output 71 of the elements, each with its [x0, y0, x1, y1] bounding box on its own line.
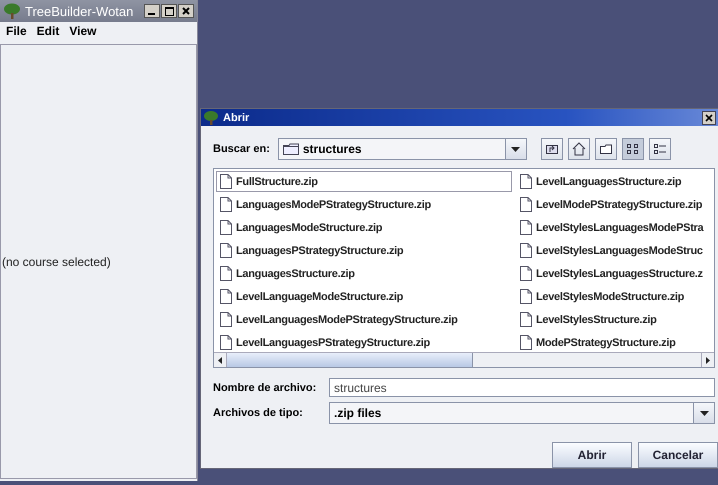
file-icon: [220, 289, 232, 304]
list-view-icon: [626, 144, 638, 154]
folder-icon: [282, 143, 299, 156]
file-icon: [220, 220, 232, 236]
file-icon: [220, 197, 232, 212]
archive-entry[interactable]: LevelLanguagesPStrategyStructure.zip: [216, 332, 434, 354]
file-icon: [220, 335, 232, 350]
file-icon: [520, 335, 532, 350]
dialog-title: Abrir: [223, 112, 250, 124]
caret-icon: [700, 410, 708, 416]
menu-item[interactable]: File: [6, 24, 27, 40]
tree-icon: [3, 3, 21, 19]
new-folder-icon: [600, 144, 612, 154]
left-arrow-icon: [218, 356, 222, 364]
archive-entry[interactable]: LevelLanguageModeStructure.zip: [216, 286, 408, 308]
close-button[interactable]: [702, 110, 716, 125]
file-icon: [520, 312, 532, 328]
file-icon: [520, 289, 532, 304]
close-button[interactable]: [178, 4, 194, 18]
archive-entry[interactable]: LevelStylesModeStructure.zip: [516, 286, 688, 308]
archive-entry[interactable]: LanguagesModeStructure.zip: [216, 217, 386, 238]
file-icon: [520, 197, 532, 212]
file-icon: [220, 312, 232, 328]
file-icon: [520, 266, 532, 282]
window-title: TreeBuilder-Wotan: [25, 4, 134, 18]
file-name-field[interactable]: structures: [329, 378, 715, 397]
close-icon: [705, 114, 713, 122]
maximize-button[interactable]: [161, 4, 177, 18]
field-label: Archivos de tipo:: [213, 407, 304, 419]
toolbar-button[interactable]: [594, 138, 617, 160]
horizontal-scrollbar[interactable]: [214, 352, 714, 367]
archive-entry[interactable]: FullStructure.zip: [216, 171, 512, 192]
file-icon: [220, 266, 232, 282]
file-icon: [220, 174, 232, 190]
dialog-button[interactable]: Abrir: [552, 442, 632, 468]
archive-entry[interactable]: LanguagesStructure.zip: [216, 263, 359, 284]
archive-entry[interactable]: LevelStylesLanguagesModeStruc: [516, 240, 707, 262]
minimize-button[interactable]: [144, 4, 160, 18]
dialog-button[interactable]: Cancelar: [638, 442, 718, 468]
caret-icon: [511, 146, 520, 152]
archive-entry[interactable]: LanguagesPStrategyStructure.zip: [216, 240, 408, 262]
archive-entry[interactable]: LevelStylesLanguagesStructure.z: [516, 263, 707, 284]
tree-icon: [203, 110, 219, 125]
status-text: (no course selected): [1, 254, 111, 268]
archive-entry[interactable]: LevelLanguagesStructure.zip: [516, 171, 686, 192]
field-label: Buscar en:: [213, 143, 270, 156]
maximize-icon: [164, 6, 174, 16]
file-icon: [520, 243, 532, 258]
archive-entry[interactable]: LevelStylesLanguagesModePStra: [516, 217, 708, 238]
archive-entry[interactable]: LevelStylesStructure.zip: [516, 309, 661, 330]
archive-entry[interactable]: LevelLanguagesModePStrategyStructure.zip: [216, 309, 462, 330]
toolbar-button[interactable]: [648, 138, 671, 160]
archive-entry[interactable]: LevelModePStrategyStructure.zip: [516, 194, 706, 216]
toolbar-button[interactable]: [622, 138, 644, 160]
toolbar-button[interactable]: [540, 138, 563, 160]
right-arrow-icon: [706, 356, 710, 364]
archive-entry[interactable]: LanguagesModePStrategyStructure.zip: [216, 194, 435, 216]
file-icon: [520, 220, 532, 236]
file-icon: [520, 174, 532, 190]
look-in-dropdown[interactable]: structures: [278, 138, 527, 160]
home-icon: [572, 142, 586, 156]
archive-entry[interactable]: ModePStrategyStructure.zip: [516, 332, 680, 354]
up-folder-icon: [546, 145, 558, 154]
menu-item[interactable]: View: [69, 24, 96, 40]
details-view-icon: [654, 144, 666, 154]
file-type-dropdown[interactable]: .zip files: [329, 402, 715, 424]
close-icon: [182, 7, 190, 15]
toolbar-button[interactable]: [568, 138, 590, 160]
menu-item[interactable]: Edit: [36, 24, 60, 40]
file-icon: [220, 243, 232, 258]
field-label: Nombre de archivo:: [213, 382, 318, 394]
